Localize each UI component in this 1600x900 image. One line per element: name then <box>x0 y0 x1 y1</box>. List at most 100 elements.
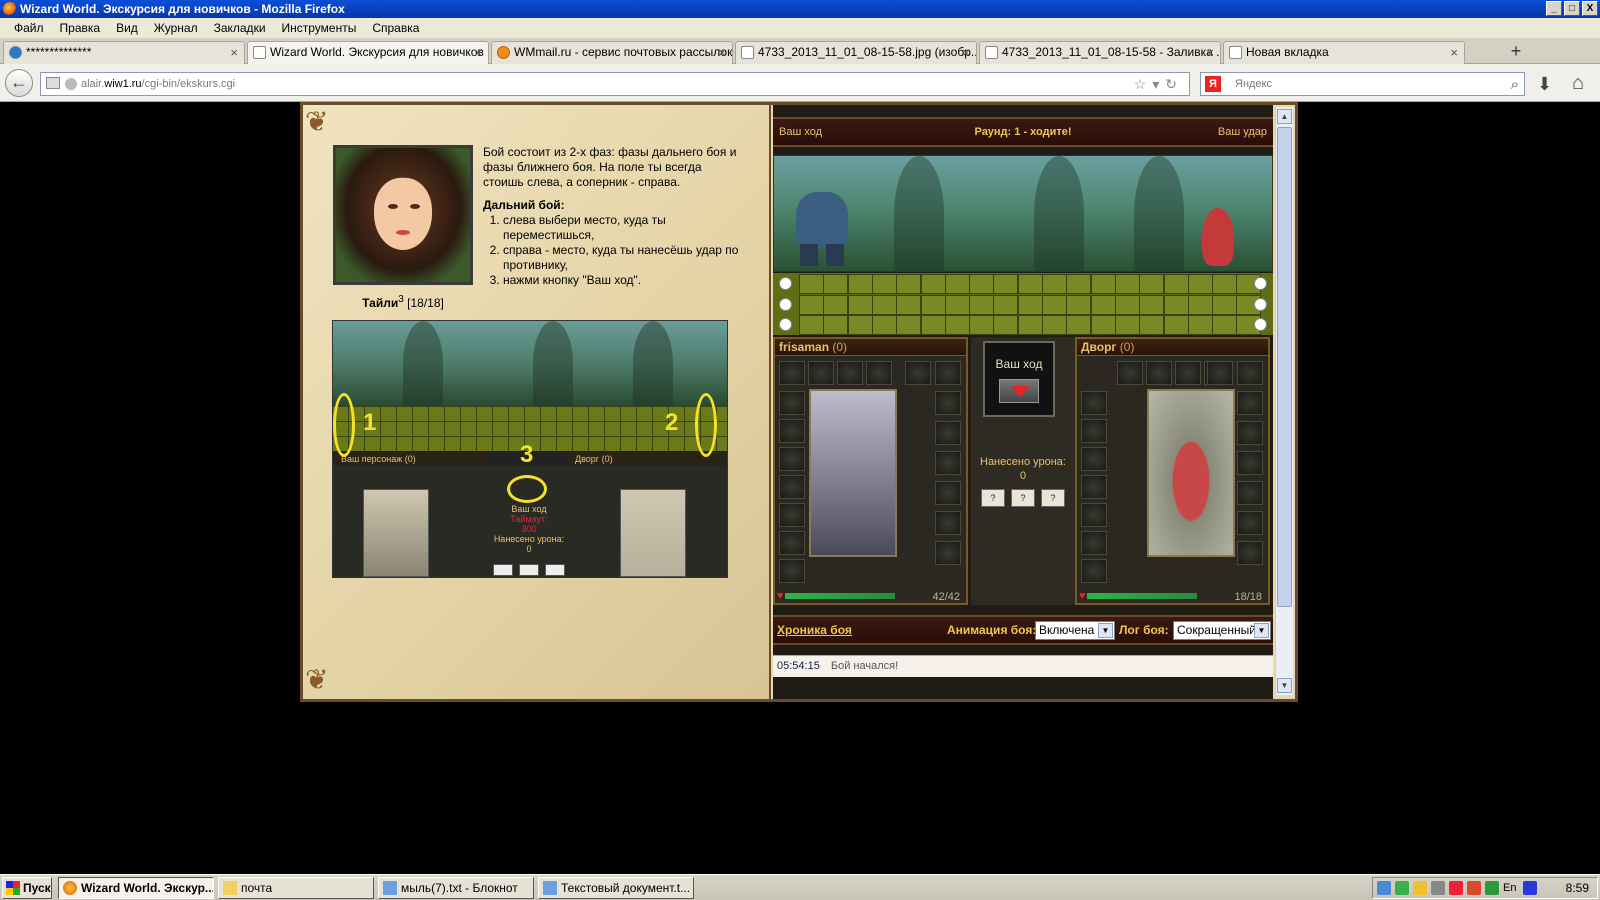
tab-6[interactable]: Новая вкладка × <box>1223 41 1465 64</box>
grid-cell[interactable] <box>799 294 824 315</box>
download-icon[interactable]: ⬇ <box>1537 74 1552 95</box>
equipment-slot[interactable] <box>1117 361 1143 385</box>
animation-select[interactable]: Включена ▼ <box>1035 621 1115 640</box>
grid-cell[interactable] <box>799 274 824 294</box>
start-button[interactable]: Пуск <box>2 877 52 899</box>
grid-cell[interactable] <box>1212 294 1238 315</box>
equipment-slot[interactable] <box>1207 361 1233 385</box>
grid-cell[interactable] <box>1114 294 1140 315</box>
equipment-slot[interactable] <box>808 361 834 385</box>
enemy-name[interactable]: Дворг <box>1081 340 1116 354</box>
grid-cell[interactable] <box>871 294 897 315</box>
language-indicator[interactable]: En <box>1503 881 1517 895</box>
position-dot-left[interactable] <box>779 277 792 290</box>
app-icon[interactable] <box>1485 881 1499 895</box>
menu-bookmarks[interactable]: Закладки <box>206 21 274 35</box>
equipment-slot[interactable] <box>1081 419 1107 443</box>
equipment-slot[interactable] <box>935 451 961 475</box>
tab-2[interactable]: Wizard World. Экскурсия для новичков × <box>247 41 489 65</box>
menu-history[interactable]: Журнал <box>146 21 206 35</box>
site-identity-icon[interactable] <box>65 78 77 90</box>
chevron-down-icon[interactable]: ▼ <box>1254 623 1269 638</box>
grid-cell[interactable] <box>847 315 873 335</box>
grid-cell[interactable] <box>1042 315 1067 335</box>
grid-cell[interactable] <box>1066 315 1092 335</box>
equipment-slot[interactable] <box>1081 531 1107 555</box>
scroll-thumb[interactable] <box>1277 127 1292 607</box>
equipment-slot[interactable] <box>779 361 805 385</box>
maximize-button[interactable]: □ <box>1564 1 1580 16</box>
tab-close-icon[interactable]: × <box>474 42 482 63</box>
equipment-slot[interactable] <box>1081 447 1107 471</box>
equipment-slot[interactable] <box>1081 391 1107 415</box>
equipment-slot[interactable] <box>866 361 892 385</box>
equipment-slot[interactable] <box>905 361 931 385</box>
grid-cell[interactable] <box>871 274 897 294</box>
grid-cell[interactable] <box>920 294 946 315</box>
tab-close-icon[interactable]: × <box>962 42 970 63</box>
down-arrow-icon[interactable] <box>999 379 1039 403</box>
equipment-slot[interactable] <box>779 447 805 471</box>
tab-close-icon[interactable]: × <box>230 42 238 63</box>
volume-icon[interactable] <box>1431 881 1445 895</box>
grid-cell[interactable] <box>896 294 922 315</box>
grid-cell[interactable] <box>1212 315 1238 335</box>
grid-cell[interactable] <box>1090 294 1116 315</box>
task-folder[interactable]: почта <box>218 877 374 899</box>
chevron-down-icon[interactable]: ▼ <box>1098 623 1113 638</box>
task-firefox[interactable]: Wizard World. Экскур... <box>58 877 214 899</box>
grid-cell[interactable] <box>871 315 897 335</box>
equipment-slot[interactable] <box>779 475 805 499</box>
grid-cell[interactable] <box>799 315 824 335</box>
grid-cell[interactable] <box>993 315 1019 335</box>
grid-cell[interactable] <box>823 274 849 294</box>
grid-cell[interactable] <box>1114 315 1140 335</box>
grid-cell[interactable] <box>1212 274 1238 294</box>
player-name[interactable]: frisaman <box>779 340 829 354</box>
strike-slot[interactable]: ? <box>1041 489 1065 507</box>
back-button[interactable]: ← <box>5 69 33 97</box>
tab-close-icon[interactable]: × <box>1450 42 1458 63</box>
equipment-slot[interactable] <box>1237 361 1263 385</box>
grid-cell[interactable] <box>944 274 970 294</box>
grid-cell[interactable] <box>1042 274 1067 294</box>
task-notepad-1[interactable]: мыль(7).txt - Блокнот <box>378 877 534 899</box>
grid-cell[interactable] <box>1163 315 1189 335</box>
position-dot-left[interactable] <box>779 318 792 331</box>
antivirus-icon[interactable] <box>1449 881 1463 895</box>
menu-file[interactable]: Файл <box>6 21 52 35</box>
equipment-slot[interactable] <box>1237 421 1263 445</box>
opera-icon[interactable] <box>1467 881 1481 895</box>
equipment-slot[interactable] <box>935 511 961 535</box>
grid-cell[interactable] <box>847 274 873 294</box>
strike-slot[interactable]: ? <box>1011 489 1035 507</box>
page-scrollbar[interactable]: ▲ ▼ <box>1275 107 1293 695</box>
equipment-slot[interactable] <box>935 391 961 415</box>
close-button[interactable]: X <box>1582 1 1598 16</box>
new-tab-button[interactable]: + <box>1503 42 1529 63</box>
tab-1[interactable]: ************** × <box>3 41 245 64</box>
yandex-icon[interactable]: Я <box>1205 76 1221 92</box>
search-bar[interactable]: Я Яндекс ⌕ <box>1200 72 1525 96</box>
grid-cell[interactable] <box>1066 294 1092 315</box>
grid-cell[interactable] <box>1017 315 1043 335</box>
log-select[interactable]: Сокращенный ▼ <box>1173 621 1271 640</box>
grid-cell[interactable] <box>1066 274 1092 294</box>
equipment-slot[interactable] <box>1175 361 1201 385</box>
grid-cell[interactable] <box>823 294 849 315</box>
menu-view[interactable]: Вид <box>108 21 146 35</box>
equipment-slot[interactable] <box>779 559 805 583</box>
equipment-slot[interactable] <box>1237 391 1263 415</box>
equipment-slot[interactable] <box>779 391 805 415</box>
grid-cell[interactable] <box>1139 274 1165 294</box>
bookmark-star-icon[interactable]: ☆▾↻ <box>1134 73 1183 95</box>
grid-cell[interactable] <box>1187 315 1213 335</box>
grid-cell[interactable] <box>1139 315 1165 335</box>
grid-cell[interactable] <box>1017 294 1043 315</box>
equipment-slot[interactable] <box>779 419 805 443</box>
equipment-slot[interactable] <box>1237 481 1263 505</box>
grid-cell[interactable] <box>1017 274 1043 294</box>
tab-5[interactable]: 4733_2013_11_01_08-15-58 - Заливка ... × <box>979 41 1221 64</box>
search-icon[interactable]: ⌕ <box>1511 74 1519 96</box>
url-bar[interactable]: alair.wiw1.ru/cgi-bin/ekskurs.cgi ☆▾↻ <box>40 72 1190 96</box>
